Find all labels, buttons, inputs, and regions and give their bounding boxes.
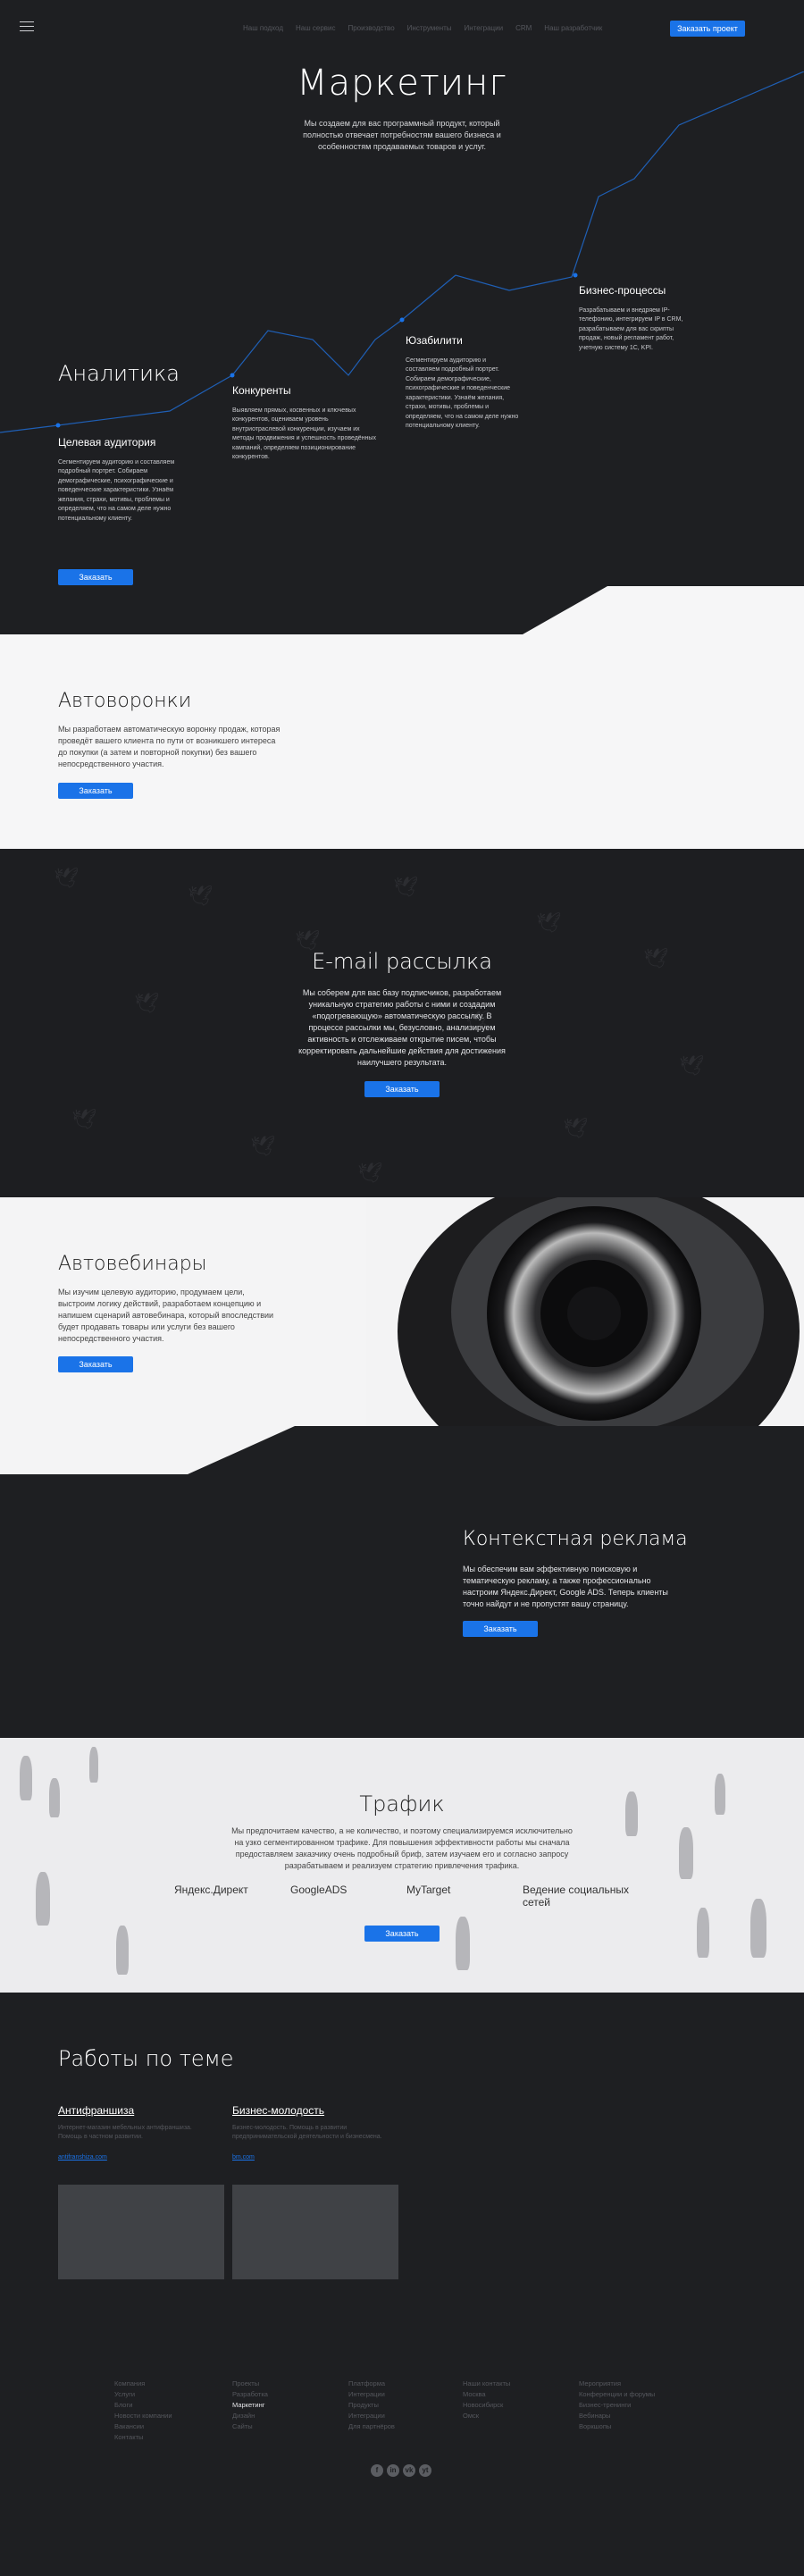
footer-link-active[interactable]: Маркетинг [232,2400,268,2411]
section-divider [523,586,804,634]
footer-link[interactable]: Сайты [232,2421,268,2432]
traffic-section: Трафик Мы предпочитаем качество, а не ко… [0,1738,804,1993]
footer-link[interactable]: Интеграции [348,2389,395,2400]
funnel-text: Мы разработаем автоматическую воронку пр… [58,725,281,768]
channel-item: MyTarget [406,1884,451,1896]
funnel-title: Автоворонки [58,690,192,712]
section-divider [188,1426,804,1474]
footer-link[interactable]: Контакты [114,2432,172,2443]
context-text: Мы обеспечим вам эффективную поисковую и… [463,1565,668,1608]
work-link[interactable]: bm.com [232,2154,384,2161]
context-ad-section: Контекстная реклама Мы обеспечим вам эфф… [0,1474,804,1738]
footer-column: Проекты Разработка Маркетинг Дизайн Сайт… [232,2379,268,2432]
social-links: f in vk yt [371,2464,431,2477]
footer-link[interactable]: Наши контакты [463,2379,510,2389]
footer-link[interactable]: Блоги [114,2400,172,2411]
email-section: 🕊 🕊 🕊 🕊 🕊 🕊 🕊 🕊 🕊 🕊 🕊 🕊 🕊 E-mail рассылк… [0,849,804,1197]
order-button[interactable]: Заказать [58,783,133,799]
youtube-icon[interactable]: yt [419,2464,431,2477]
footer-link[interactable]: Для партнёров [348,2421,395,2432]
work-card[interactable]: Бизнес-молодость Бизнес-молодость. Помощ… [232,2104,384,2161]
footer-link[interactable]: Компания [114,2379,172,2389]
footer-link[interactable]: Вакансии [114,2421,172,2432]
crowd-figure [116,1926,129,1975]
footer-link[interactable]: Москва [463,2389,510,2400]
crowd-figure [89,1747,98,1783]
footer-link[interactable]: Вебинары [579,2411,655,2421]
footer-link[interactable]: Продукты [348,2400,395,2411]
footer-column: Компания Услуги Блоги Новости компании В… [114,2379,172,2443]
crowd-figure [679,1827,693,1879]
marketing-section: Наш подход Наш сервис Производство Инстр… [0,0,804,634]
work-title[interactable]: Бизнес-молодость [232,2104,384,2117]
channel-item: Яндекс.Директ [174,1884,248,1896]
footer-link[interactable]: Мероприятия [579,2379,655,2389]
work-title[interactable]: Антифраншиза [58,2104,210,2117]
footer-column: Платформа Интеграции Продукты Интеграции… [348,2379,395,2432]
crowd-figure [456,1917,470,1970]
footer-link[interactable]: Бизнес-тренинги [579,2400,655,2411]
order-button[interactable]: Заказать [463,1621,538,1637]
email-title: E-mail рассылка [312,949,492,974]
work-thumbnail[interactable] [232,2185,398,2279]
traffic-title: Трафик [359,1791,445,1817]
footer-link[interactable]: Новости компании [114,2411,172,2421]
footer-column: Наши контакты Москва Новосибирск Омск [463,2379,510,2421]
works-section: Работы по теме Антифраншиза Интернет-маг… [0,1993,804,2576]
work-thumbnail[interactable] [58,2185,224,2279]
footer-link[interactable]: Интеграции [348,2411,395,2421]
footer-link[interactable]: Услуги [114,2389,172,2400]
footer-link[interactable]: Дизайн [232,2411,268,2421]
page: Наш подход Наш сервис Производство Инстр… [0,0,804,2576]
traffic-text: Мы предпочитаем качество, а не количеств… [231,1826,573,1870]
webinar-section: Автовебинары Мы изучим целевую аудиторию… [0,1197,804,1474]
footer-link[interactable]: Омск [463,2411,510,2421]
instagram-icon[interactable]: in [387,2464,399,2477]
work-card[interactable]: Антифраншиза Интернет-магазин мебельных … [58,2104,210,2161]
crowd-figure [697,1908,709,1958]
order-button[interactable]: Заказать [364,1926,440,1942]
vk-icon[interactable]: vk [403,2464,415,2477]
work-desc: Интернет-магазин мебельных антифраншиза.… [58,2125,192,2140]
footer-column: Мероприятия Конференции и форумы Бизнес-… [579,2379,655,2432]
context-title: Контекстная реклама [463,1528,688,1550]
footer-link[interactable]: Конференции и форумы [579,2389,655,2400]
channel-item: Ведение социальных сетей [523,1884,629,1909]
footer-link[interactable]: Платформа [348,2379,395,2389]
footer-link[interactable]: Новосибирск [463,2400,510,2411]
channel-item: GoogleADS [290,1884,348,1896]
work-link[interactable]: antifranshiza.com [58,2154,210,2161]
work-desc: Бизнес-молодость. Помощь в развитии пред… [232,2125,382,2140]
email-text: Мы соберем для вас базу подписчиков, раз… [298,988,506,1067]
footer-link[interactable]: Воркшопы [579,2421,655,2432]
facebook-icon[interactable]: f [371,2464,383,2477]
funnel-section: Автоворонки Мы разработаем автоматическу… [0,634,804,849]
order-button[interactable]: Заказать [364,1081,440,1097]
crowd-figure [36,1872,50,1926]
works-title: Работы по теме [58,2046,234,2071]
crowd-figure [750,1899,766,1958]
footer-link[interactable]: Разработка [232,2389,268,2400]
traffic-channels: Яндекс.Директ GoogleADS MyTarget Ведение… [174,1884,657,1909]
footer-link[interactable]: Проекты [232,2379,268,2389]
